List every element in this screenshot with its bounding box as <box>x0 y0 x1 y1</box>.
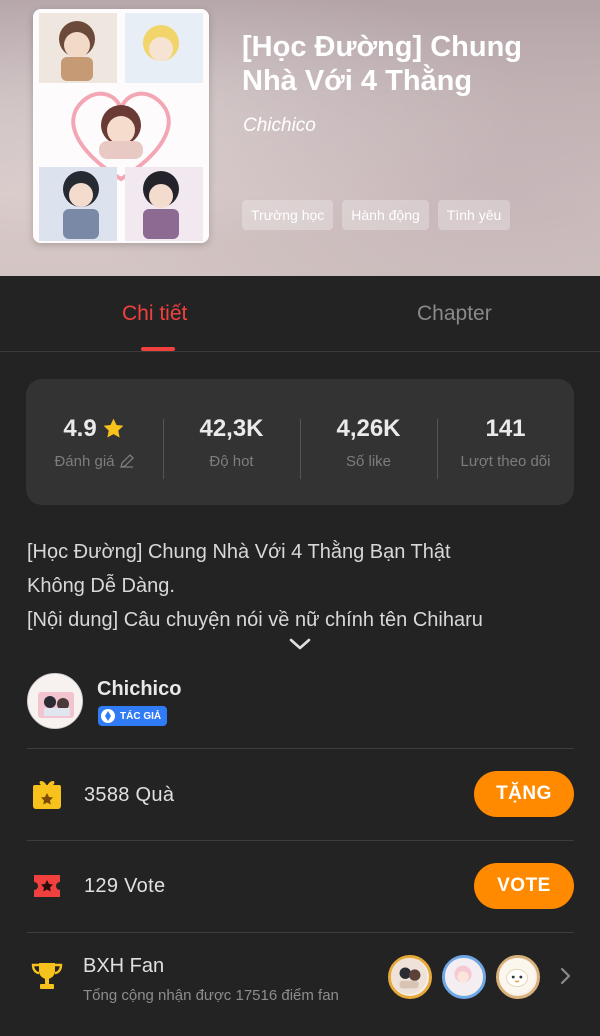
fan-avatar-2[interactable] <box>442 955 486 999</box>
vote-button[interactable]: VOTE <box>474 863 574 909</box>
trophy-icon <box>31 963 63 989</box>
fan-avatar-3[interactable] <box>496 955 540 999</box>
genre-tags: Trường học Hành động Tình yêu <box>242 200 511 230</box>
avatar[interactable] <box>27 673 83 729</box>
stat-followers: 141 Lượt theo dõi <box>437 414 574 479</box>
stats-card: 4.9 Đánh giá 42,3K Độ hot 4,26K Số like … <box>26 379 574 505</box>
fan-avatar-image <box>445 958 482 995</box>
genre-tag[interactable]: Tình yêu <box>437 200 511 230</box>
followers-label: Lượt theo dõi <box>460 452 551 470</box>
hot-value: 42,3K <box>199 414 264 442</box>
tab-details[interactable]: Chi tiết <box>122 302 187 326</box>
description-summary: [Học Đường] Chung Nhà Với 4 Thằng Bạn Th… <box>27 541 451 597</box>
cover-illustration <box>33 9 209 243</box>
comic-description: [Học Đường] Chung Nhà Với 4 Thằng Bạn Th… <box>27 535 577 637</box>
fan-avatar-image <box>391 958 428 995</box>
author-badge-icon <box>101 709 115 723</box>
fan-avatar-1[interactable] <box>388 955 432 999</box>
rating-label: Đánh giá <box>54 452 115 470</box>
tab-bar: Chi tiết Chapter <box>0 276 600 352</box>
genre-tag[interactable]: Trường học <box>242 200 334 230</box>
divider <box>27 840 574 841</box>
chevron-right-icon[interactable] <box>558 966 572 986</box>
stat-hot: 42,3K Độ hot <box>163 414 300 479</box>
genre-tag[interactable]: Hành động <box>342 200 429 230</box>
author-badge-label: TÁC GIẢ <box>120 710 162 722</box>
author-name[interactable]: Chichico <box>97 678 181 701</box>
comic-header: [Học Đường] Chung Nhà Với 4 Thằng Chichi… <box>0 0 600 276</box>
stat-likes: 4,26K Số like <box>300 414 437 479</box>
fan-points-summary: Tổng cộng nhận được 17516 điểm fan <box>83 987 339 1004</box>
comic-author[interactable]: Chichico <box>243 115 316 137</box>
fan-ranking-title[interactable]: BXH Fan <box>83 955 164 978</box>
tab-chapter[interactable]: Chapter <box>417 302 492 326</box>
gift-button[interactable]: TẶNG <box>474 771 574 817</box>
likes-label: Số like <box>345 452 392 470</box>
gift-icon <box>33 781 61 809</box>
comic-cover-image <box>33 9 209 243</box>
comic-title: [Học Đường] Chung Nhà Với 4 Thằng <box>242 31 523 97</box>
star-icon <box>103 418 124 438</box>
stat-rating[interactable]: 4.9 Đánh giá <box>26 415 163 470</box>
top-fans[interactable] <box>388 955 543 1001</box>
vote-count: 129 Vote <box>84 875 166 897</box>
active-tab-indicator <box>141 347 175 351</box>
divider <box>27 748 574 749</box>
chevron-down-icon[interactable] <box>288 636 312 652</box>
vote-ticket-icon <box>34 875 60 897</box>
likes-value: 4,26K <box>336 414 401 442</box>
author-badge: TÁC GIẢ <box>98 706 168 726</box>
gift-count: 3588 Quà <box>84 784 175 806</box>
fan-avatar-image <box>499 958 536 995</box>
description-content: [Nội dung] Câu chuyện nói về nữ chính tê… <box>27 609 483 631</box>
rating-value: 4.9 <box>63 414 97 442</box>
pencil-icon[interactable] <box>119 453 135 469</box>
divider <box>27 932 574 933</box>
hot-label: Độ hot <box>209 452 254 470</box>
author-avatar-image <box>28 674 82 728</box>
followers-value: 141 <box>485 414 526 442</box>
